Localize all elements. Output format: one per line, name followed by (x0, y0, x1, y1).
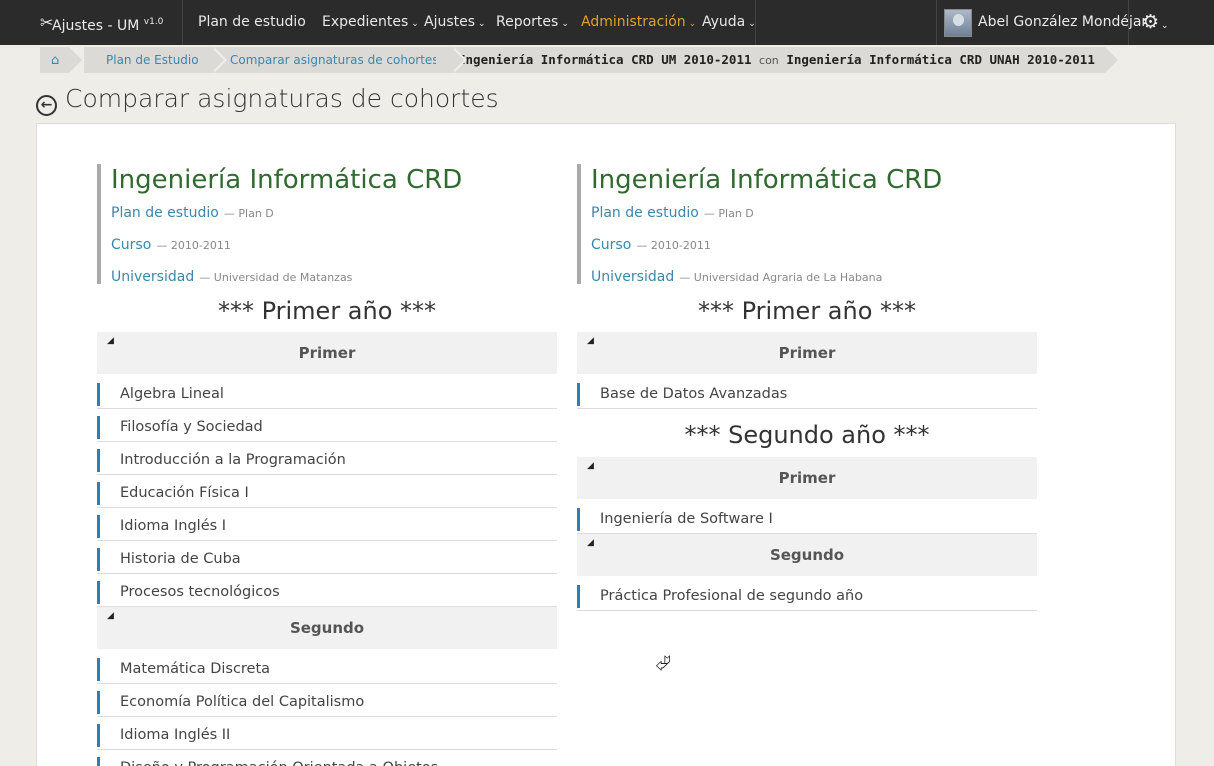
mouse-pointer-icon: ⮰ (655, 651, 671, 675)
page-title-text: Comparar asignaturas de cohortes (65, 84, 499, 113)
subject-item: Base de Datos Avanzadas (577, 376, 1037, 409)
universidad-label[interactable]: Universidad (111, 269, 194, 285)
term-label: Segundo (769, 546, 845, 564)
subject-item: Filosofía y Sociedad (97, 409, 557, 442)
subject-item: Ingeniería de Software I (577, 501, 1037, 534)
plan-row: Plan de estudio — Plan D (591, 196, 1037, 228)
term-label: Primer (298, 344, 356, 362)
cohort-column-right: Ingeniería Informática CRD Plan de estud… (577, 164, 1037, 611)
triangle-collapse-icon[interactable]: ◢ (107, 320, 114, 362)
divider (936, 0, 937, 45)
brand-label: Ajustes - UM (52, 18, 140, 34)
gear-icon: ⚙ (1142, 11, 1160, 33)
term-header[interactable]: ◢ Primer (97, 332, 557, 374)
breadcrumb-item[interactable]: Comparar asignaturas de cohortes (208, 47, 467, 73)
chevron-down-icon: ⌄ (411, 19, 419, 29)
triangle-collapse-icon[interactable]: ◢ (587, 522, 594, 564)
cohort-title: Ingeniería Informática CRD (591, 165, 943, 195)
breadcrumb-link-plan[interactable]: Plan de Estudio (106, 53, 199, 67)
page-title: ← Comparar asignaturas de cohortes (36, 84, 499, 118)
divider (182, 0, 183, 45)
term-label: Segundo (289, 619, 365, 637)
user-menu[interactable]: Abel González Mondéjar (978, 0, 1147, 45)
curso-value: — 2010-2011 (636, 239, 711, 252)
chevron-down-icon: ⌄ (1161, 21, 1169, 31)
plan-value: — Plan D (223, 207, 274, 220)
triangle-collapse-icon[interactable]: ◢ (587, 445, 594, 487)
menu-ayuda[interactable]: Ayuda ⌄ (702, 0, 756, 45)
plan-label[interactable]: Plan de estudio (111, 205, 219, 221)
breadcrumb-home[interactable]: ⌂ (40, 47, 86, 73)
universidad-row: Universidad — Universidad Agraria de La … (591, 260, 1037, 292)
cohort-column-left: Ingeniería Informática CRD Plan de estud… (97, 164, 557, 766)
menu-label: Administración (581, 14, 686, 30)
term-header[interactable]: ◢ Primer (577, 332, 1037, 374)
menu-expedientes[interactable]: Expedientes ⌄ (322, 0, 419, 45)
plan-label[interactable]: Plan de estudio (591, 205, 699, 221)
plan-row: Plan de estudio — Plan D (111, 196, 557, 228)
curso-row: Curso — 2010-2011 (591, 228, 1037, 260)
chevron-down-icon: ⌄ (561, 19, 569, 29)
chevron-down-icon: ⌄ (688, 19, 697, 29)
cohort-a: Ingeniería Informática CRD UM 2010-2011 (458, 52, 752, 67)
menu-plan-de-estudio[interactable]: Plan de estudio (198, 0, 306, 45)
brand[interactable]: ✂ Ajustes - UM v1.0 (40, 0, 164, 45)
brand-version: v1.0 (143, 17, 164, 27)
term-label: Primer (778, 344, 836, 362)
universidad-value: — Universidad Agraria de La Habana (679, 271, 883, 284)
term-header[interactable]: ◢ Segundo (577, 534, 1037, 576)
cohort-title: Ingeniería Informática CRD (111, 165, 463, 195)
subject-item: Práctica Profesional de segundo año (577, 578, 1037, 611)
breadcrumb-item[interactable]: Plan de Estudio (84, 47, 227, 73)
menu-reportes[interactable]: Reportes ⌄ (496, 0, 569, 45)
cohort-info: Ingeniería Informática CRD Plan de estud… (577, 164, 1037, 285)
universidad-value: — Universidad de Matanzas (199, 271, 353, 284)
menu-label: Ajustes (424, 14, 476, 30)
menu-label: Reportes (496, 14, 559, 30)
divider (755, 0, 756, 45)
subject-item: Idioma Inglés I (97, 508, 557, 541)
circle-arrow-left-icon[interactable]: ← (36, 95, 57, 116)
year-heading: *** Segundo año *** (684, 421, 930, 449)
curso-label[interactable]: Curso (111, 237, 151, 253)
breadcrumb-link-comparar[interactable]: Comparar asignaturas de cohortes (230, 53, 439, 67)
subject-item: Algebra Lineal (97, 376, 557, 409)
menu-label: Plan de estudio (198, 14, 306, 30)
subject-item: Introducción a la Programación (97, 442, 557, 475)
cohort-info: Ingeniería Informática CRD Plan de estud… (97, 164, 557, 285)
top-navbar: ✂ Ajustes - UM v1.0 Plan de estudio Expe… (0, 0, 1214, 45)
subject-item: Educación Física I (97, 475, 557, 508)
connector-text: con (759, 54, 779, 67)
menu-administracion[interactable]: Administración ⌄ (581, 0, 696, 45)
scissors-icon: ✂ (40, 13, 54, 32)
menu-label: Expedientes (322, 14, 409, 30)
term-header[interactable]: ◢ Segundo (97, 607, 557, 649)
settings-menu[interactable]: ⚙ ⌄ (1142, 0, 1169, 45)
triangle-collapse-icon[interactable]: ◢ (107, 595, 114, 637)
avatar[interactable] (944, 9, 972, 37)
subject-item: Diseño y Programación Orientada a Objeto… (97, 750, 557, 766)
curso-row: Curso — 2010-2011 (111, 228, 557, 260)
breadcrumb-current: Ingeniería Informática CRD UM 2010-2011 … (436, 47, 1121, 73)
menu-ajustes[interactable]: Ajustes ⌄ (424, 0, 486, 45)
home-icon: ⌂ (51, 53, 60, 68)
subject-item: Procesos tecnológicos (97, 574, 557, 607)
curso-label[interactable]: Curso (591, 237, 631, 253)
divider (1128, 0, 1129, 45)
menu-label: Ayuda (702, 14, 746, 30)
term-label: Primer (778, 469, 836, 487)
subject-item: Historia de Cuba (97, 541, 557, 574)
subject-item: Idioma Inglés II (97, 717, 557, 750)
subject-item: Economía Política del Capitalismo (97, 684, 557, 717)
cohort-b: Ingeniería Informática CRD UNAH 2010-201… (786, 52, 1095, 67)
curso-value: — 2010-2011 (156, 239, 231, 252)
universidad-row: Universidad — Universidad de Matanzas (111, 260, 557, 292)
universidad-label[interactable]: Universidad (591, 269, 674, 285)
subject-item: Matemática Discreta (97, 651, 557, 684)
plan-value: — Plan D (703, 207, 754, 220)
chevron-down-icon: ⌄ (478, 19, 486, 29)
comparison-panel: Ingeniería Informática CRD Plan de estud… (36, 123, 1176, 766)
triangle-collapse-icon[interactable]: ◢ (587, 320, 594, 362)
term-header[interactable]: ◢ Primer (577, 457, 1037, 499)
